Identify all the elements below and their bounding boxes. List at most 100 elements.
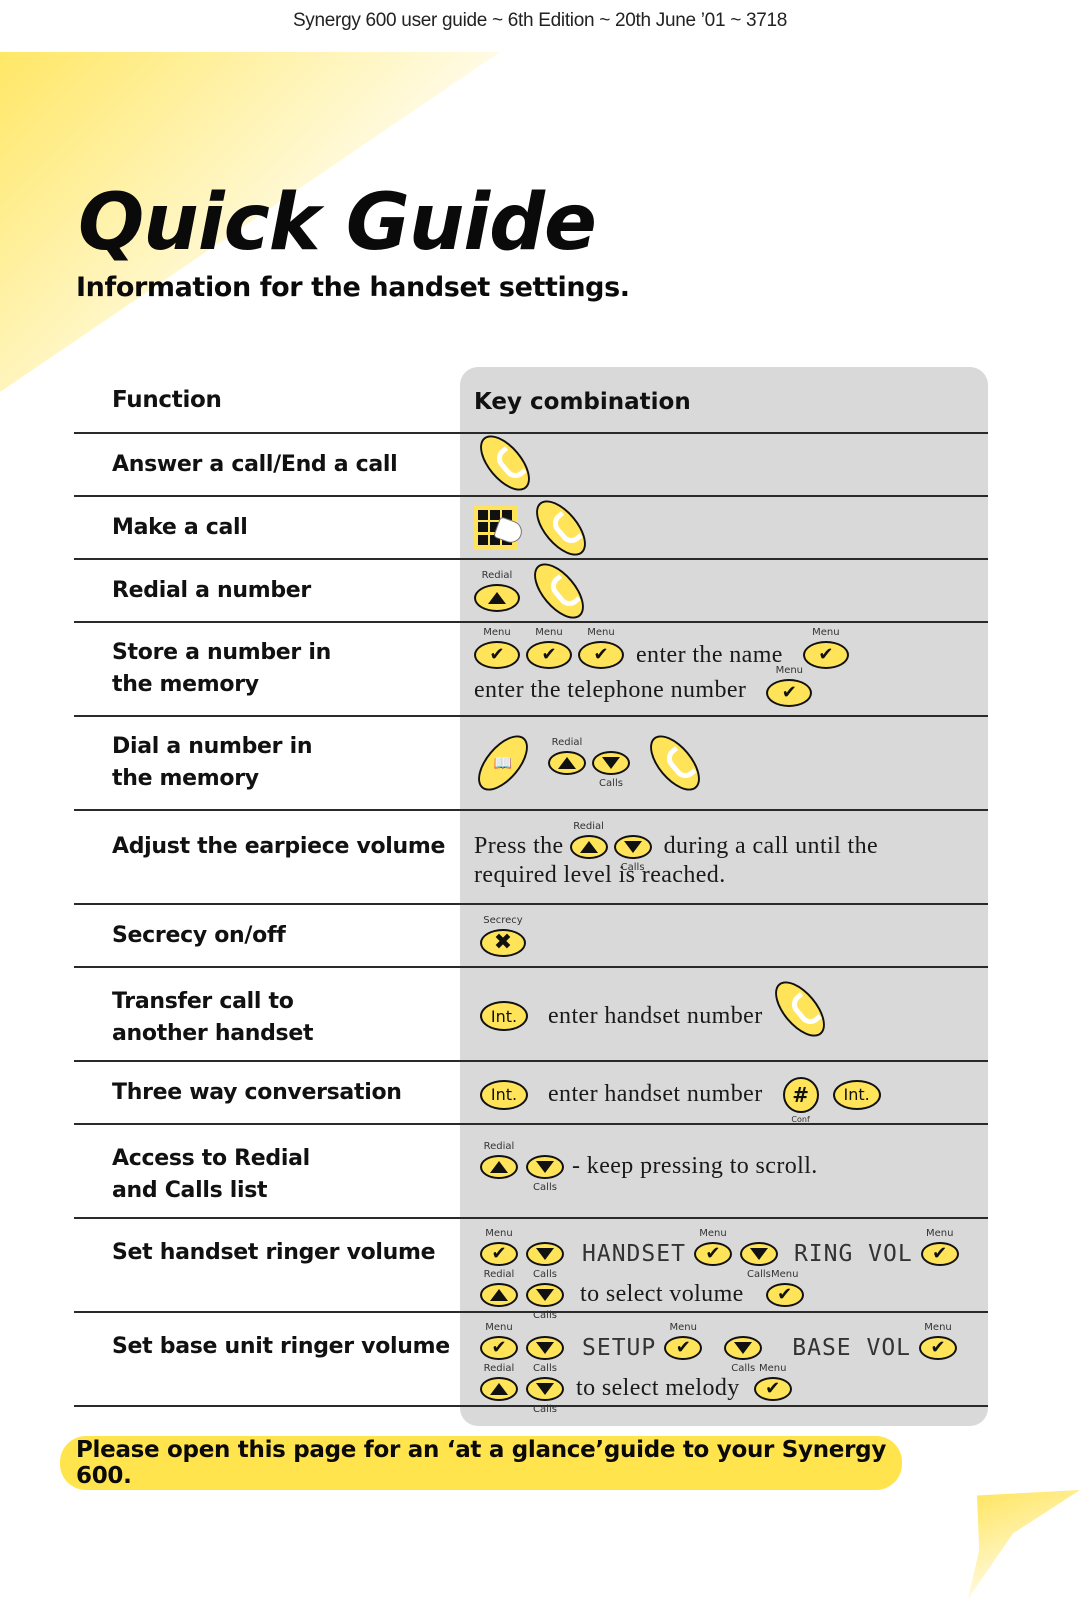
table-row: Adjust the earpiece volume Press the Red…: [74, 811, 988, 905]
lcd-display-text: SETUP: [582, 1335, 657, 1361]
instruction-text: during a call until the: [663, 833, 879, 859]
key-cell: Int. enter handset number # Conf Int.: [460, 1073, 988, 1124]
redial-up-key: Redial: [480, 1363, 518, 1401]
redial-up-key: Redial: [480, 1269, 518, 1307]
menu-ok-key: Menu ✔: [474, 627, 520, 669]
key-oval: [474, 583, 520, 612]
menu-label: Menu: [483, 627, 511, 638]
phone-key-icon: [526, 491, 596, 564]
function-label: Answer a call/End a call: [112, 451, 398, 477]
conf-label: Conf: [791, 1114, 810, 1124]
quick-guide-table: Function Key combination Answer a call/E…: [74, 367, 988, 1415]
menu-label: Menu: [535, 627, 563, 638]
check-icon: ✔: [489, 644, 505, 665]
calls-label: Calls: [533, 1181, 557, 1193]
key-oval: [526, 1376, 564, 1401]
key-oval: ✔: [474, 641, 520, 669]
function-label: Transfer call to another handset: [112, 989, 314, 1046]
menu-label: Menu: [699, 1228, 727, 1239]
key-oval: ✔: [919, 1336, 958, 1360]
key-oval: [569, 834, 608, 859]
key-oval: [592, 751, 630, 775]
lcd-display-text: HANDSET: [582, 1241, 686, 1267]
check-icon: ✔: [781, 682, 797, 703]
menu-label: Menu: [587, 627, 615, 638]
arrow-up-icon: [579, 840, 598, 853]
check-icon: ✔: [765, 1377, 781, 1399]
instruction-text: enter the telephone number: [474, 676, 747, 703]
calls-label: Calls: [533, 1269, 557, 1280]
phone-key-icon: [470, 426, 540, 499]
instruction-text: Press the: [474, 833, 564, 859]
arrow-up-icon: [488, 591, 506, 604]
menu-ok-key: Menu ✔: [802, 627, 849, 669]
arrow-down-icon: [536, 1342, 554, 1354]
check-icon: ✔: [491, 1337, 507, 1358]
key-oval: ✔: [526, 641, 572, 669]
redial-up-key: Redial: [548, 737, 586, 775]
redial-label: Redial: [483, 1362, 515, 1374]
secrecy-label: Secrecy: [483, 914, 523, 926]
table-row: Secrecy on/off Secrecy ✖: [74, 905, 988, 968]
instruction-text: enter handset number: [548, 1081, 763, 1107]
intercom-key: Int.: [480, 1079, 528, 1110]
function-label: Redial a number: [112, 577, 311, 603]
phone-key-icon: [524, 554, 594, 627]
check-icon: ✔: [491, 1243, 507, 1264]
menu-ok-key: Menu ✔: [664, 1322, 703, 1360]
key-cell: Redial Calls - keep pressing to scroll.: [460, 1140, 988, 1193]
menu-label: Menu: [770, 1268, 799, 1280]
table-row: Answer a call/End a call: [74, 426, 988, 499]
page-curl-decoration: [968, 1490, 1080, 1599]
calls-down-key: Calls: [526, 1282, 564, 1321]
function-label: Secrecy on/off: [112, 922, 286, 948]
calls-down-key: Calls: [526, 1242, 564, 1280]
menu-ok-key: Menu ✔: [919, 1322, 958, 1360]
check-icon: ✔: [930, 1337, 946, 1358]
function-label: Three way conversation: [112, 1079, 402, 1105]
redial-label: Redial: [481, 569, 513, 581]
conference-hash-key: # Conf: [782, 1076, 819, 1124]
intercom-key: Int.: [480, 1001, 528, 1031]
calls-down-key: Calls: [724, 1336, 763, 1374]
table-row: Set base unit ringer volume Menu ✔ Calls …: [74, 1313, 988, 1415]
function-label: Access to Redial and Calls list: [112, 1146, 310, 1203]
menu-ok-key: Menu ✔: [765, 1269, 804, 1307]
redial-up-key: Redial: [569, 821, 608, 859]
key-cell: Secrecy ✖: [460, 915, 988, 957]
key-oval: ✔: [920, 1242, 959, 1266]
arrow-down-icon: [536, 1382, 554, 1395]
check-icon: ✔: [705, 1243, 721, 1264]
calls-label: Calls: [746, 1269, 771, 1280]
menu-ok-key: Menu ✔: [693, 1228, 732, 1266]
check-icon: ✔: [777, 1283, 793, 1305]
key-cell: [460, 426, 988, 500]
redial-up-key: Redial: [474, 570, 520, 612]
key-oval: [526, 1336, 564, 1360]
column-header-function: Function: [112, 386, 222, 413]
menu-ok-key: Menu ✔: [766, 665, 813, 707]
key-oval: ✔: [802, 641, 849, 669]
arrow-down-icon: [602, 757, 620, 769]
hash-icon: #: [782, 1076, 819, 1113]
menu-label: Menu: [812, 627, 840, 638]
arrow-down-icon: [734, 1342, 753, 1354]
calls-label: Calls: [731, 1363, 756, 1374]
key-oval: [526, 1282, 564, 1307]
key-oval: ✔: [753, 1376, 792, 1401]
menu-ok-key: Menu ✔: [526, 627, 572, 669]
calls-label: Calls: [599, 778, 623, 789]
arrow-up-icon: [490, 1160, 508, 1173]
calls-label: Calls: [533, 1403, 557, 1415]
key-oval: [739, 1242, 778, 1266]
page-title: Quick Guide: [78, 178, 597, 268]
table-row: Redial a number Redial: [74, 554, 988, 627]
arrow-down-icon: [623, 840, 642, 853]
calls-label: Calls: [620, 861, 645, 873]
calls-label: Calls: [533, 1363, 557, 1374]
key-oval: ✔: [664, 1336, 703, 1360]
key-oval: ✔: [766, 679, 813, 707]
redial-label: Redial: [483, 1140, 515, 1152]
glance-guide-banner: Please open this page for an ‘at a glanc…: [60, 1436, 902, 1490]
arrow-up-icon: [558, 757, 576, 769]
